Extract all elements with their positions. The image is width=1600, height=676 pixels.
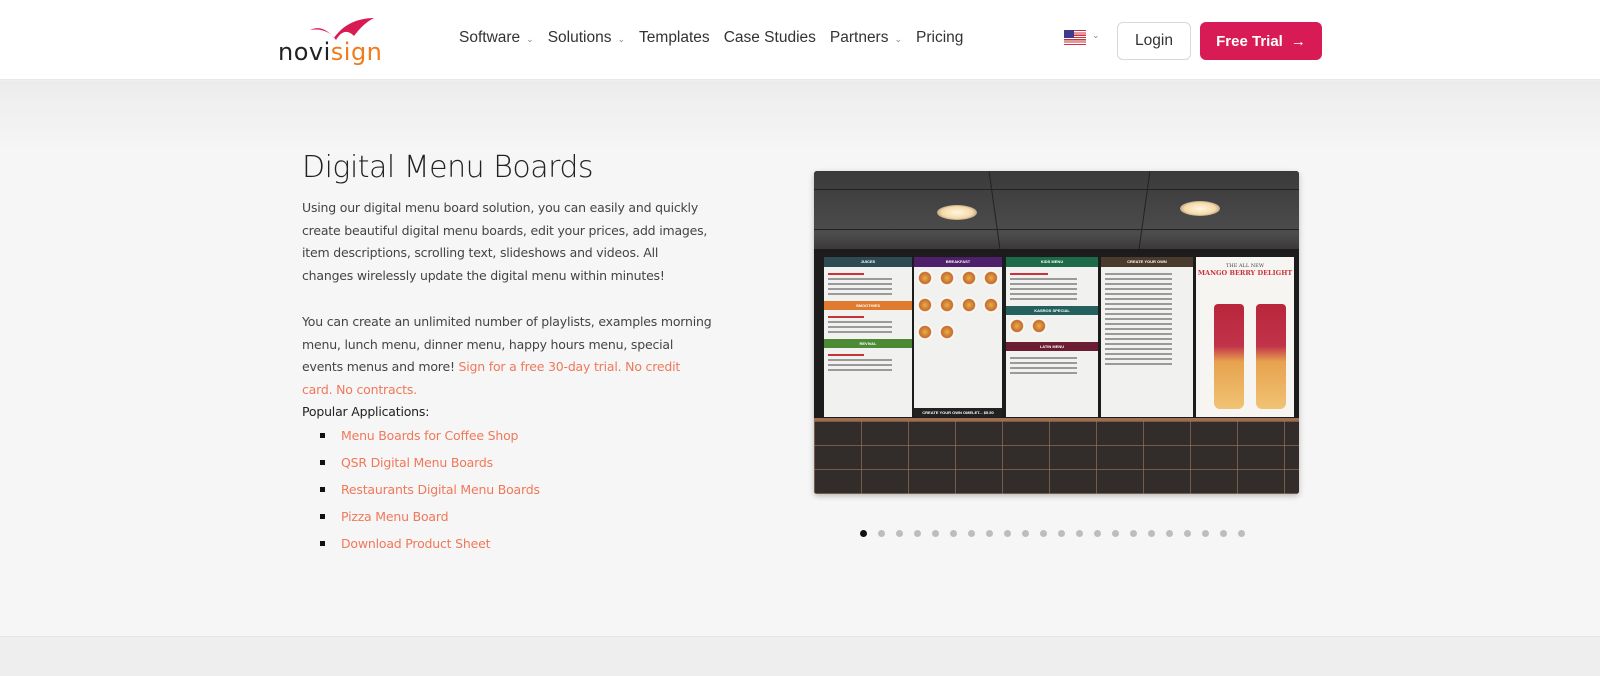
slider-dot-6[interactable] (950, 530, 957, 537)
nav-templates[interactable]: Templates (639, 29, 710, 47)
slider-dot-13[interactable] (1076, 530, 1083, 537)
slider-dot-9[interactable] (1004, 530, 1011, 537)
slider-dot-4[interactable] (914, 530, 921, 537)
list-item: Download Product Sheet (320, 536, 540, 563)
free-trial-button[interactable]: Free Trial → (1200, 22, 1322, 60)
slider-dot-19[interactable] (1184, 530, 1191, 537)
menu-board-slide-image[interactable]: JUICES SMOOTHIES REVIVAL BREAKFAST CREAT… (814, 171, 1299, 494)
bullet-icon (320, 433, 325, 438)
nav-pricing[interactable]: Pricing (916, 29, 963, 47)
nav-solutions[interactable]: Solutions ⌄ (548, 29, 625, 47)
digital-menu-boards-section (0, 81, 1600, 636)
slider-dot-8[interactable] (986, 530, 993, 537)
menu-panel-mango-berry: THE ALL NEW MANGO BERRY DELIGHT (1196, 257, 1294, 417)
slider-dot-17[interactable] (1148, 530, 1155, 537)
app-link-qsr[interactable]: QSR Digital Menu Boards (341, 455, 493, 470)
nav-case-studies[interactable]: Case Studies (724, 29, 816, 47)
tile-wall (814, 421, 1299, 494)
bullet-icon (320, 460, 325, 465)
slider-dot-10[interactable] (1022, 530, 1029, 537)
login-label: Login (1135, 32, 1173, 49)
intro-paragraph: Using our digital menu board solution, y… (302, 200, 708, 284)
slider-dot-7[interactable] (968, 530, 975, 537)
popular-applications-label: Popular Applications: (302, 404, 430, 419)
slider-dot-5[interactable] (932, 530, 939, 537)
menu-panel-create-your-own: CREATE YOUR OWN (1101, 257, 1193, 417)
page-title: Digital Menu Boards (302, 150, 594, 185)
app-link-pizza[interactable]: Pizza Menu Board (341, 509, 449, 524)
ceiling-light-icon (1180, 201, 1220, 216)
next-section (0, 636, 1600, 676)
language-chevron-down-icon[interactable]: ⌄ (1092, 30, 1100, 41)
menu-panel-kids: KIDS MENU KASROS SPECIAL LATIN MENU (1006, 257, 1098, 417)
popular-applications-list: Menu Boards for Coffee Shop QSR Digital … (320, 428, 540, 563)
menu-panel-juices: JUICES SMOOTHIES REVIVAL (824, 257, 912, 417)
arrow-right-icon: → (1290, 32, 1306, 50)
slider-dot-22[interactable] (1238, 530, 1245, 537)
login-button[interactable]: Login (1117, 22, 1191, 60)
slider-dot-11[interactable] (1040, 530, 1047, 537)
app-link-product-sheet[interactable]: Download Product Sheet (341, 536, 490, 551)
novisign-logo[interactable]: novisign (278, 16, 388, 66)
us-flag-icon[interactable] (1064, 30, 1086, 45)
smoothie-glass (1214, 304, 1244, 409)
slider-dot-18[interactable] (1166, 530, 1173, 537)
bullet-icon (320, 541, 325, 546)
chevron-down-icon: ⌄ (894, 33, 903, 44)
menu-panel-breakfast: BREAKFAST CREATE YOUR OWN OMELET... $5.5… (914, 257, 1002, 417)
slider-pagination (860, 530, 1245, 537)
main-nav: Software ⌄ Solutions ⌄ Templates Case Stud… (459, 29, 977, 47)
app-link-coffee-shop[interactable]: Menu Boards for Coffee Shop (341, 428, 518, 443)
site-header: novisign Software ⌄ Solutions ⌄ Templates … (0, 0, 1600, 80)
slider-dot-20[interactable] (1202, 530, 1209, 537)
slider-dot-21[interactable] (1220, 530, 1227, 537)
app-link-restaurants[interactable]: Restaurants Digital Menu Boards (341, 482, 540, 497)
bullet-icon (320, 487, 325, 492)
nav-software[interactable]: Software ⌄ (459, 29, 534, 47)
slider-dot-2[interactable] (878, 530, 885, 537)
list-item: Pizza Menu Board (320, 509, 540, 536)
bullet-icon (320, 514, 325, 519)
list-item: Menu Boards for Coffee Shop (320, 428, 540, 455)
list-item: Restaurants Digital Menu Boards (320, 482, 540, 509)
chevron-down-icon: ⌄ (526, 33, 534, 44)
slider-dot-12[interactable] (1058, 530, 1065, 537)
smoothie-glass (1256, 304, 1286, 409)
slider-dot-3[interactable] (896, 530, 903, 537)
playlists-paragraph: You can create an unlimited number of pl… (302, 311, 712, 402)
ceiling-light-icon (937, 205, 977, 220)
chevron-down-icon: ⌄ (617, 33, 626, 44)
nav-partners[interactable]: Partners ⌄ (830, 29, 902, 47)
slider-dot-15[interactable] (1112, 530, 1119, 537)
ceiling (814, 171, 1299, 261)
slider-dot-1[interactable] (860, 530, 867, 537)
slider-dot-14[interactable] (1094, 530, 1101, 537)
free-trial-label: Free Trial (1216, 32, 1283, 50)
logo-wordmark: novisign (278, 38, 383, 66)
slider-dot-16[interactable] (1130, 530, 1137, 537)
list-item: QSR Digital Menu Boards (320, 455, 540, 482)
